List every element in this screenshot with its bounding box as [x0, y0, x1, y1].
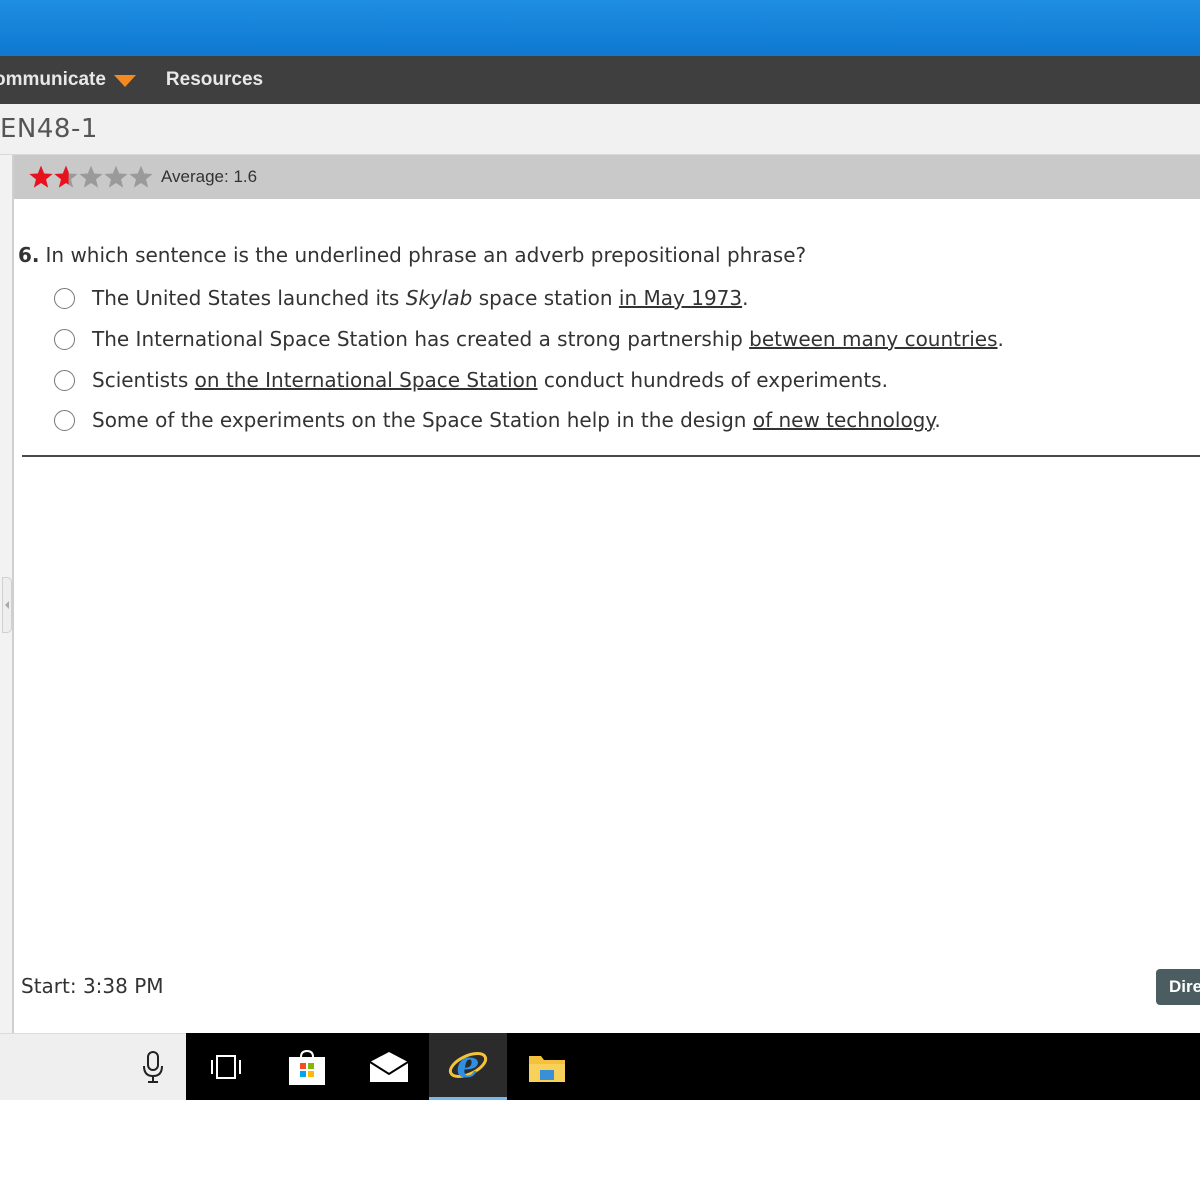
rating-star-icon[interactable]	[128, 164, 154, 190]
taskbar: e	[186, 1033, 1200, 1100]
task-view-button[interactable]	[186, 1033, 266, 1100]
radio-button[interactable]	[54, 409, 75, 431]
mail-icon	[368, 1051, 409, 1082]
microphone-icon[interactable]	[138, 1048, 168, 1088]
answer-option-3[interactable]: Scientists on the International Space St…	[54, 365, 888, 395]
page-title: EN48-1	[0, 114, 98, 144]
page-title-bar: EN48-1	[0, 104, 1200, 155]
rating-star-icon[interactable]	[103, 164, 129, 190]
option-text: Some of the experiments on the Space Sta…	[92, 408, 941, 432]
nav-communicate-label: ommunicate	[0, 69, 106, 90]
browser-top-bar	[0, 0, 1200, 56]
start-time: Start: 3:38 PM	[21, 974, 164, 998]
svg-text:e: e	[457, 1044, 480, 1086]
internet-explorer-button[interactable]: e	[429, 1033, 507, 1100]
internet-explorer-icon: e	[448, 1044, 488, 1086]
answer-option-2[interactable]: The International Space Station has crea…	[54, 324, 1004, 354]
radio-button[interactable]	[54, 287, 75, 309]
store-icon	[289, 1049, 325, 1085]
store-button[interactable]	[266, 1033, 348, 1100]
collapse-panel-handle[interactable]	[2, 577, 12, 633]
question-prompt: 6. In which sentence is the underlined ph…	[18, 243, 806, 267]
answer-option-4[interactable]: Some of the experiments on the Space Sta…	[54, 405, 941, 435]
question-number: 6.	[18, 243, 40, 267]
option-text: The United States launched its Skylab sp…	[92, 286, 749, 310]
left-rail	[0, 155, 14, 1033]
nav-resources-label: Resources	[165, 69, 264, 90]
mail-button[interactable]	[348, 1033, 429, 1100]
nav-communicate-menu[interactable]: ommunicate	[0, 69, 136, 91]
divider	[22, 455, 1200, 457]
option-text: Scientists on the International Space St…	[92, 368, 888, 392]
rating-star-icon[interactable]	[53, 164, 79, 190]
rating-average: Average: 1.6	[161, 167, 258, 186]
directions-button[interactable]: Dire	[1156, 969, 1200, 1005]
radio-button[interactable]	[54, 328, 75, 350]
answer-option-1[interactable]: The United States launched its Skylab sp…	[54, 283, 748, 313]
star-rating[interactable]	[28, 164, 153, 190]
rating-bar: Average: 1.6	[14, 155, 1200, 199]
question-text: In which sentence is the underlined phra…	[45, 243, 807, 267]
dropdown-caret-icon	[113, 75, 136, 87]
task-view-icon	[211, 1054, 241, 1079]
rating-star-icon[interactable]	[78, 164, 104, 190]
file-explorer-icon	[529, 1055, 565, 1082]
main-nav-bar: ommunicate Resources	[0, 56, 1200, 104]
assessment-panel: Average: 1.6 6. In which sentence is the …	[0, 155, 1200, 1033]
nav-resources-link[interactable]: Resources	[166, 69, 263, 91]
rating-star-icon[interactable]	[28, 164, 54, 190]
radio-button[interactable]	[54, 369, 75, 391]
option-text: The International Space Station has crea…	[92, 327, 1004, 351]
file-explorer-button[interactable]	[507, 1033, 587, 1100]
